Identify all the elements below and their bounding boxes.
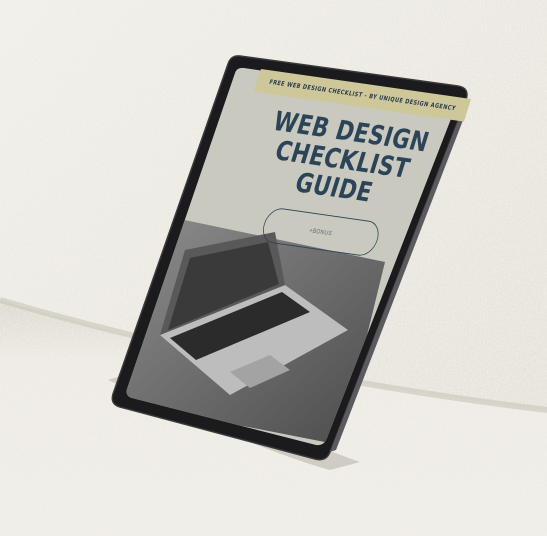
bonus-pill: +BONUS [258,206,383,258]
tablet-device: FREE WEB DESIGN CHECKLIST - BY UNIQUE DE… [0,0,547,536]
cover-title: WEB DESIGN CHECKLIST GUIDE [224,104,460,218]
